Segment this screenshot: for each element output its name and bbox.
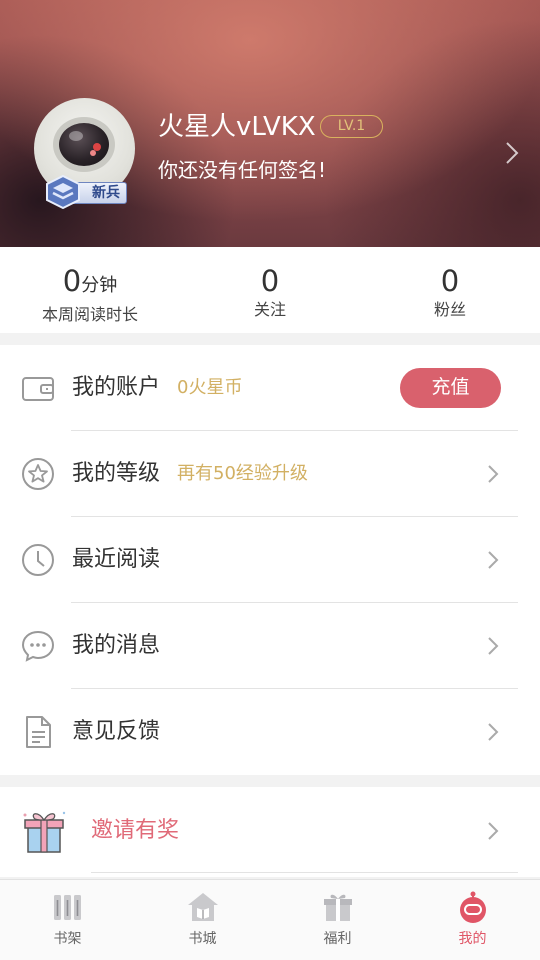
stat-followers[interactable]: 0 粉丝 xyxy=(360,247,540,321)
stat-following[interactable]: 0 关注 xyxy=(180,247,360,321)
signature: 你还没有任何签名! xyxy=(158,158,327,182)
stat-value: 0 xyxy=(260,264,280,298)
menu-item-title: 最近阅读 xyxy=(72,547,161,572)
profile-header[interactable]: 新兵 火星人vLVKX LV.1 你还没有任何签名! xyxy=(0,0,540,247)
chevron-right-icon xyxy=(488,551,499,569)
rank-badge: 新兵 xyxy=(45,175,128,209)
tab-label: 福利 xyxy=(323,931,352,947)
tab-mine[interactable]: 我的 xyxy=(405,880,540,960)
tab-label: 书架 xyxy=(53,931,82,947)
robot-icon xyxy=(459,891,486,923)
recharge-button[interactable]: 充值 xyxy=(400,368,501,408)
invite-reward-row[interactable]: 邀请有奖 xyxy=(0,787,540,877)
menu-item-title: 我的账户 xyxy=(72,375,161,400)
divider xyxy=(91,872,518,873)
clock-icon xyxy=(22,544,54,576)
chevron-right-icon xyxy=(488,637,499,655)
stats-bar: 0分钟 本周阅读时长 0 关注 0 粉丝 xyxy=(0,247,540,333)
stat-value: 0 xyxy=(440,264,460,298)
menu-item-account[interactable]: 我的账户 0火星币 充值 xyxy=(0,345,540,431)
wallet-icon xyxy=(22,377,54,401)
rank-hexagon-icon xyxy=(46,175,80,209)
level-badge: LV.1 xyxy=(320,115,383,138)
bookstore-icon xyxy=(187,893,218,921)
coin-balance: 0火星币 xyxy=(177,377,243,398)
chevron-right-icon xyxy=(488,465,499,483)
chat-bubble-icon xyxy=(21,630,55,662)
astronaut-visor xyxy=(53,117,115,172)
menu-item-title: 我的消息 xyxy=(72,633,161,658)
document-icon xyxy=(26,716,51,748)
tab-welfare[interactable]: 福利 xyxy=(270,880,405,960)
chevron-right-icon[interactable] xyxy=(503,140,521,166)
stat-reading-time[interactable]: 0分钟 本周阅读时长 xyxy=(0,247,180,326)
level-progress-text: 再有50经验升级 xyxy=(177,463,308,484)
chevron-right-icon xyxy=(488,822,499,840)
menu-item-level[interactable]: 我的等级 再有50经验升级 xyxy=(0,431,540,517)
bottom-tab-bar: 书架 书城 福利 我的 xyxy=(0,879,540,960)
gift-icon xyxy=(323,894,352,921)
bookshelf-icon xyxy=(53,895,81,920)
tab-bookstore[interactable]: 书城 xyxy=(135,880,270,960)
tab-label: 我的 xyxy=(458,931,487,947)
username: 火星人vLVKX xyxy=(158,112,316,142)
stat-label: 关注 xyxy=(253,300,286,319)
menu-item-title: 意见反馈 xyxy=(72,719,161,744)
stat-value: 0 xyxy=(62,264,82,298)
stat-label: 粉丝 xyxy=(433,300,466,319)
star-icon xyxy=(22,458,54,490)
tab-bookshelf[interactable]: 书架 xyxy=(0,880,135,960)
menu-item-feedback[interactable]: 意见反馈 xyxy=(0,689,540,775)
stat-label: 本周阅读时长 xyxy=(41,305,138,324)
menu-item-title: 我的等级 xyxy=(72,461,161,486)
menu-item-messages[interactable]: 我的消息 xyxy=(0,603,540,689)
tab-label: 书城 xyxy=(188,931,217,947)
invite-title: 邀请有奖 xyxy=(91,818,180,843)
gift-box-icon xyxy=(23,811,66,853)
stat-unit: 分钟 xyxy=(81,275,118,296)
menu-item-recent-reading[interactable]: 最近阅读 xyxy=(0,517,540,603)
chevron-right-icon xyxy=(488,723,499,741)
menu-list: 我的账户 0火星币 充值 我的等级 再有50经验升级 最近阅读 我的消息 意见反… xyxy=(0,345,540,775)
